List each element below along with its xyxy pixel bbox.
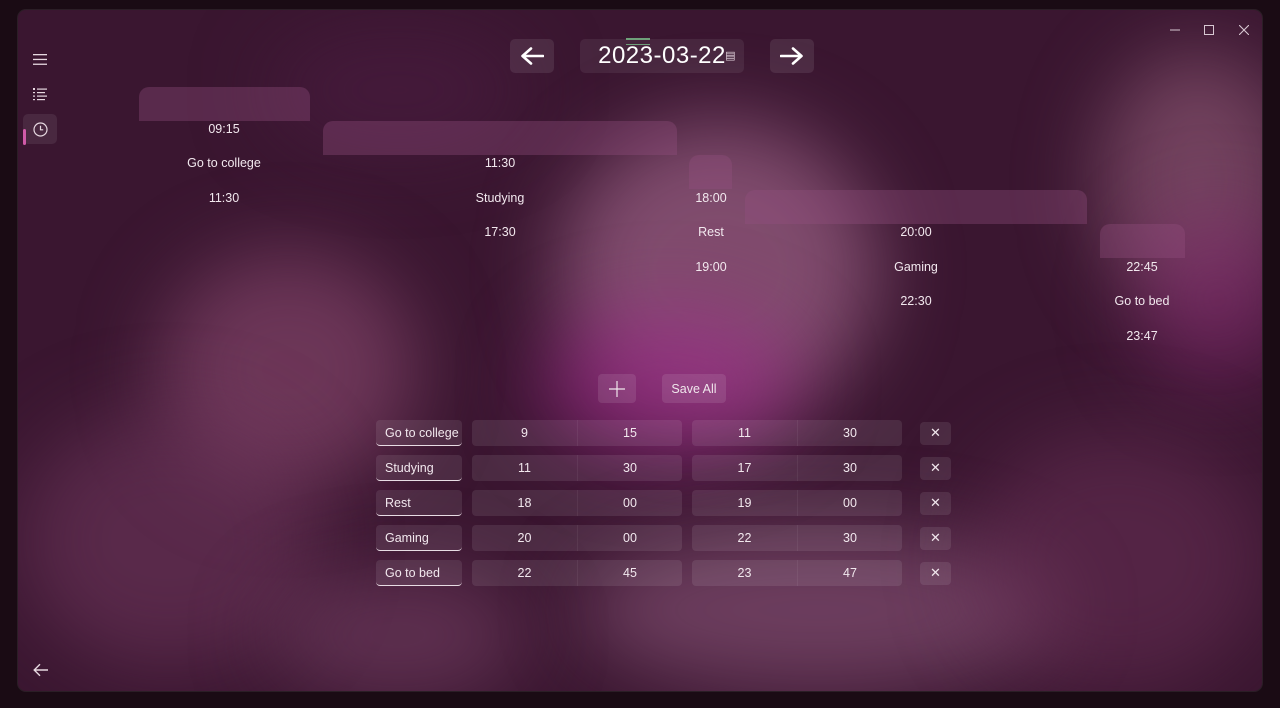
date-picker[interactable]: 2023-03-22 ▤ — [580, 39, 744, 73]
entry-name-input[interactable]: Rest — [376, 490, 462, 516]
delete-entry-button[interactable]: ✕ — [920, 562, 951, 585]
app-window: 2023-03-22 ▤ 09:15 Go to college 11:30 1… — [18, 10, 1262, 691]
next-day-button[interactable] — [770, 39, 814, 73]
nav-item-list[interactable] — [23, 79, 57, 109]
maximize-button[interactable] — [1192, 18, 1226, 42]
timeline-end: 11:30 — [208, 191, 240, 205]
timeline-bar — [323, 121, 677, 155]
start-hour-input[interactable]: 20 — [472, 525, 577, 551]
delete-entry-button[interactable]: ✕ — [920, 422, 951, 445]
end-minute-input[interactable]: 30 — [797, 525, 902, 551]
end-minute-input[interactable]: 30 — [797, 455, 902, 481]
active-nav-indicator — [23, 129, 26, 145]
previous-day-button[interactable] — [510, 39, 554, 73]
timeline-start: 20:00 — [900, 225, 932, 239]
start-hour-input[interactable]: 22 — [472, 560, 577, 586]
hamburger-menu-button[interactable] — [23, 44, 57, 74]
timeline-end: 17:30 — [484, 225, 516, 239]
calendar-icon: ▤ — [725, 49, 736, 62]
timeline-bar — [139, 87, 310, 121]
timeline-name: Studying — [475, 191, 525, 205]
end-minute-input[interactable]: 47 — [797, 560, 902, 586]
start-minute-input[interactable]: 30 — [577, 455, 682, 481]
entry-row: Studying 11 30 17 30 ✕ — [18, 455, 1262, 481]
save-all-button[interactable]: Save All — [662, 374, 726, 403]
entry-row: Gaming 20 00 22 30 ✕ — [18, 525, 1262, 551]
start-hour-input[interactable]: 18 — [472, 490, 577, 516]
timeline-name: Gaming — [894, 260, 938, 274]
close-x-icon: ✕ — [930, 426, 941, 441]
date-text: 2023-03-22 — [598, 42, 726, 69]
entry-name-input[interactable]: Go to college — [376, 420, 462, 446]
back-arrow-icon — [33, 663, 48, 677]
timeline-start: 18:00 — [695, 191, 727, 205]
timeline-start: 11:30 — [484, 156, 516, 170]
start-hour-input[interactable]: 11 — [472, 455, 577, 481]
start-minute-input[interactable]: 00 — [577, 490, 682, 516]
entry-name-input[interactable]: Go to bed — [376, 560, 462, 586]
timeline-start: 09:15 — [208, 122, 240, 136]
start-minute-input[interactable]: 15 — [577, 420, 682, 446]
timeline-start: 22:45 — [1126, 260, 1158, 274]
timeline-name: Rest — [698, 225, 724, 239]
entry-name-input[interactable]: Studying — [376, 455, 462, 481]
timeline-bar — [745, 190, 1087, 224]
end-hour-input[interactable]: 11 — [692, 420, 797, 446]
end-minute-input[interactable]: 00 — [797, 490, 902, 516]
timeline-bar — [689, 155, 732, 189]
plus-icon — [609, 380, 625, 397]
start-minute-input[interactable]: 00 — [577, 525, 682, 551]
list-icon — [33, 88, 47, 101]
start-hour-input[interactable]: 9 — [472, 420, 577, 446]
entry-row: Go to bed 22 45 23 47 ✕ — [18, 560, 1262, 586]
delete-entry-button[interactable]: ✕ — [920, 457, 951, 480]
end-hour-input[interactable]: 23 — [692, 560, 797, 586]
timeline-end: 23:47 — [1126, 329, 1158, 343]
maximize-icon — [1204, 25, 1214, 35]
timeline-end: 19:00 — [695, 260, 727, 274]
nav-item-schedule[interactable] — [23, 114, 57, 144]
add-entry-button[interactable] — [598, 374, 636, 403]
close-button[interactable] — [1227, 18, 1261, 42]
clock-icon — [32, 121, 48, 137]
entry-row: Rest 18 00 19 00 ✕ — [18, 490, 1262, 516]
minimize-button[interactable] — [1158, 18, 1192, 42]
close-x-icon: ✕ — [930, 496, 941, 511]
arrow-right-icon — [780, 47, 803, 65]
entry-name-input[interactable]: Gaming — [376, 525, 462, 551]
arrow-left-icon — [521, 47, 544, 65]
entry-row: Go to college 9 15 11 30 ✕ — [18, 420, 1262, 446]
timeline-name: Go to bed — [1114, 294, 1170, 308]
end-hour-input[interactable]: 22 — [692, 525, 797, 551]
end-minute-input[interactable]: 30 — [797, 420, 902, 446]
timeline-bar — [1100, 224, 1185, 258]
close-icon — [1239, 25, 1249, 35]
hamburger-menu-icon — [33, 53, 47, 65]
timeline-name: Go to college — [187, 156, 261, 170]
end-hour-input[interactable]: 19 — [692, 490, 797, 516]
back-button[interactable] — [28, 658, 54, 682]
delete-entry-button[interactable]: ✕ — [920, 527, 951, 550]
today-marker — [626, 38, 650, 45]
timeline-end: 22:30 — [900, 294, 932, 308]
start-minute-input[interactable]: 45 — [577, 560, 682, 586]
close-x-icon: ✕ — [930, 461, 941, 476]
close-x-icon: ✕ — [930, 566, 941, 581]
close-x-icon: ✕ — [930, 531, 941, 546]
delete-entry-button[interactable]: ✕ — [920, 492, 951, 515]
minimize-icon — [1170, 29, 1180, 31]
end-hour-input[interactable]: 17 — [692, 455, 797, 481]
